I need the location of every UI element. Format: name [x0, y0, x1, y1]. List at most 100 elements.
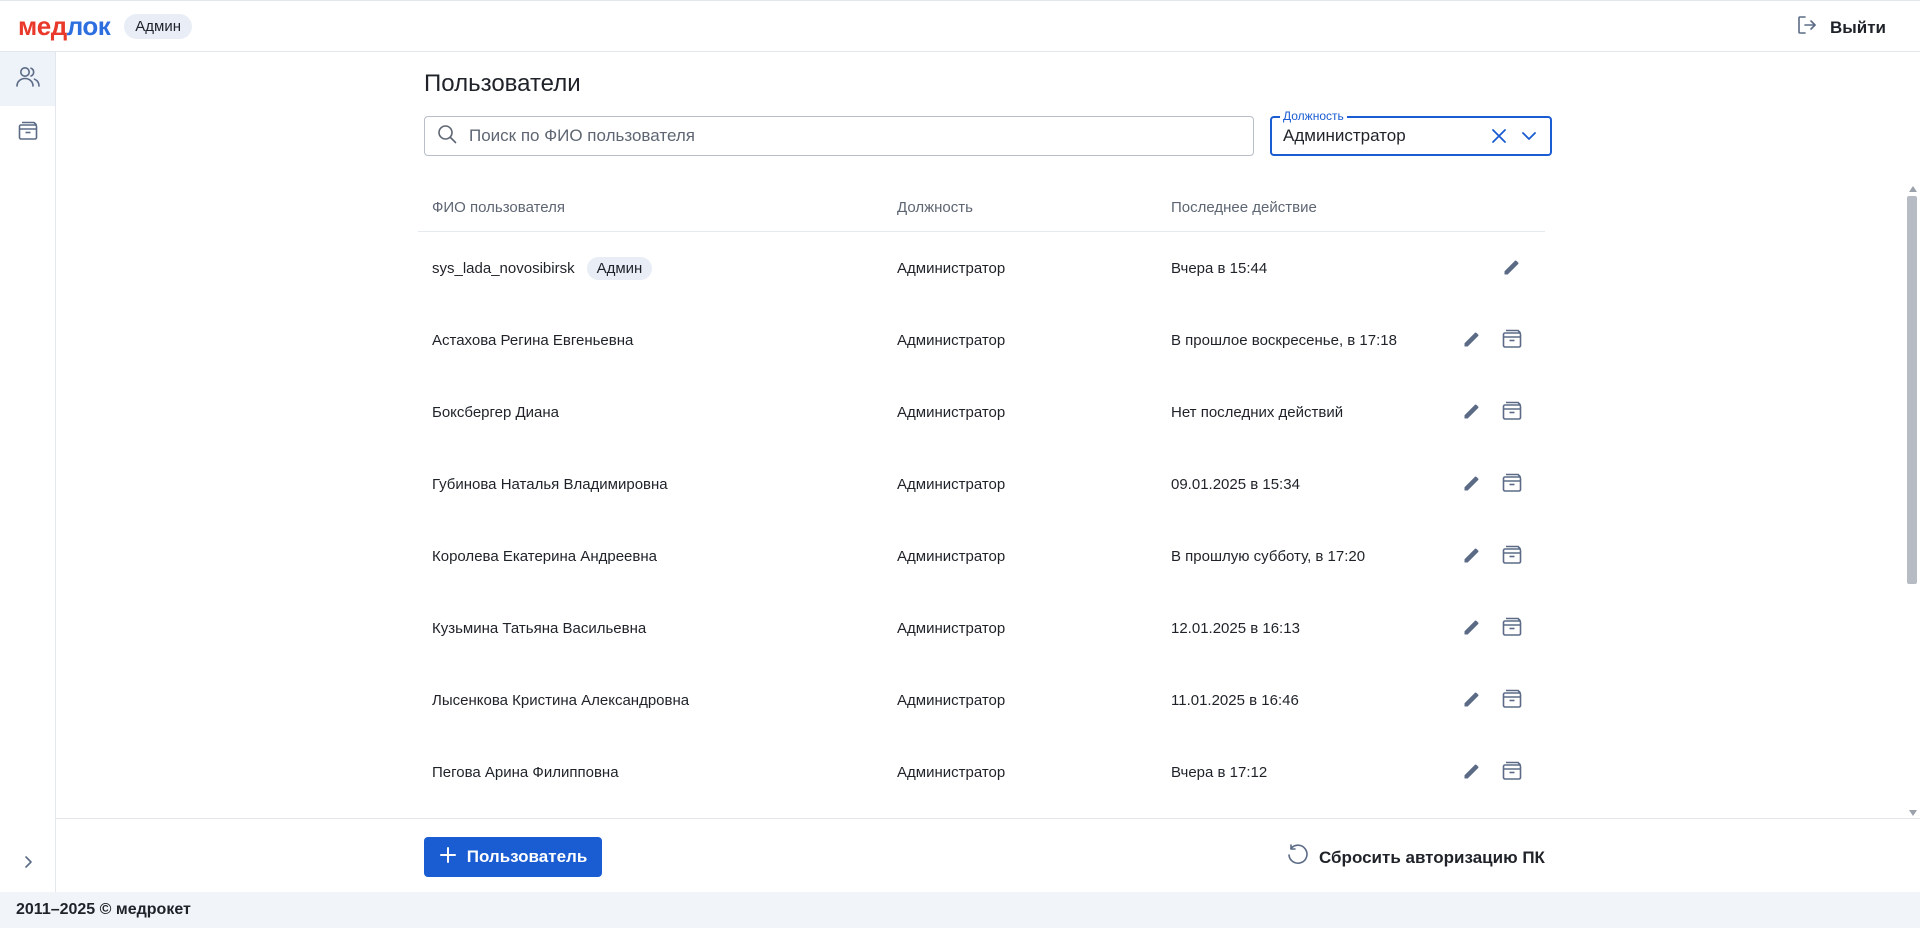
edit-pencil-icon[interactable] [1461, 688, 1483, 710]
logout-icon [1796, 14, 1818, 41]
position-filter-select[interactable]: Должность Администратор [1270, 109, 1552, 156]
logout-button[interactable]: Выйти [1796, 14, 1886, 41]
user-name: Боксбергер Диана [432, 403, 560, 421]
search-input[interactable] [469, 126, 1229, 146]
sidebar-item-archive[interactable] [0, 106, 55, 160]
archive-user-icon[interactable] [1501, 544, 1523, 566]
app-logo[interactable]: медлок [18, 11, 111, 41]
table-row[interactable]: Губинова Наталья Владимировна Администрат… [418, 448, 1545, 520]
archive-user-icon[interactable] [1501, 400, 1523, 422]
user-role-badge: Админ [586, 256, 653, 280]
edit-pencil-icon[interactable] [1461, 760, 1483, 782]
user-name: Губинова Наталья Владимировна [432, 475, 668, 493]
column-header-name[interactable]: ФИО пользователя [432, 199, 565, 216]
user-name-cell: Губинова Наталья Владимировна [432, 476, 668, 493]
user-name-cell: Боксбергер Диана [432, 404, 559, 421]
table-row[interactable]: Королева Екатерина Андреевна Администрато… [418, 520, 1545, 592]
table-header: ФИО пользователя Должность Последнее дей… [418, 184, 1545, 232]
user-name-cell: Кузьмина Татьяна Васильевна [432, 620, 646, 637]
edit-pencil-icon[interactable] [1461, 544, 1483, 566]
scroll-up-arrow[interactable] [1909, 186, 1917, 192]
row-actions [1461, 400, 1523, 422]
bottom-action-bar: Пользователь Сбросить авторизацию ПК [56, 818, 1920, 892]
position-filter-value: Администратор [1283, 126, 1406, 145]
user-position: Администратор [897, 475, 1006, 493]
chevron-right-icon [21, 854, 35, 875]
search-field[interactable] [424, 116, 1254, 156]
user-last-action: 11.01.2025 в 16:46 [1171, 691, 1299, 709]
archive-user-icon[interactable] [1501, 328, 1523, 350]
chevron-down-icon[interactable] [1520, 127, 1538, 150]
sidebar-expand-button[interactable] [0, 844, 55, 884]
table-row[interactable]: Боксбергер Диана Администратор Нет последн… [418, 376, 1545, 448]
row-actions [1461, 616, 1523, 638]
row-actions [1501, 256, 1523, 278]
copyright-footer: 2011–2025 © медрокет [0, 892, 1920, 928]
edit-pencil-icon[interactable] [1501, 256, 1523, 278]
user-position: Администратор [897, 259, 1006, 277]
table-row[interactable]: Лысенкова Кристина Александровна Админист… [418, 664, 1545, 736]
reset-pc-auth-label: Сбросить авторизацию ПК [1319, 847, 1545, 867]
user-last-action: В прошлое воскресенье, в 17:18 [1171, 331, 1397, 349]
user-position: Администратор [897, 331, 1006, 349]
user-name: Кузьмина Татьяна Васильевна [432, 619, 647, 637]
row-actions [1461, 472, 1523, 494]
logout-label: Выйти [1829, 17, 1886, 37]
sidebar [0, 52, 56, 892]
user-name-cell: Лысенкова Кристина Александровна [432, 692, 689, 709]
table-row[interactable]: Кузьмина Татьяна Васильевна Администратор… [418, 592, 1545, 664]
users-icon [15, 65, 41, 94]
user-name: sys_lada_novosibirsk [432, 259, 575, 277]
scrollbar-thumb[interactable] [1907, 196, 1917, 584]
plus-icon [439, 846, 457, 869]
table-row[interactable]: sys_lada_novosibirsk Админ Администратор Вч… [418, 232, 1545, 304]
user-last-action: 12.01.2025 в 16:13 [1171, 619, 1300, 637]
add-user-button[interactable]: Пользователь [424, 837, 602, 877]
archive-user-icon[interactable] [1501, 616, 1523, 638]
archive-icon [17, 120, 39, 147]
sidebar-item-users[interactable] [0, 52, 55, 106]
copyright-text: 2011–2025 © медрокет [16, 901, 191, 918]
edit-pencil-icon[interactable] [1461, 400, 1483, 422]
position-filter-label: Должность [1280, 109, 1347, 123]
user-last-action: Вчера в 17:12 [1171, 763, 1268, 781]
scroll-down-arrow[interactable] [1909, 810, 1917, 816]
user-last-action: 09.01.2025 в 15:34 [1171, 475, 1300, 493]
user-position: Администратор [897, 403, 1006, 421]
user-name-cell: Королева Екатерина Андреевна [432, 548, 657, 565]
logo-part-1: мед [18, 11, 67, 41]
edit-pencil-icon[interactable] [1461, 328, 1483, 350]
table-body: sys_lada_novosibirsk Админ Администратор Вч… [418, 232, 1545, 808]
app-header: медлок Админ Выйти [0, 0, 1920, 52]
user-name: Лысенкова Кристина Александровна [432, 691, 690, 709]
table-scrollbar[interactable] [1906, 184, 1918, 818]
user-name-cell: Пегова Арина Филипповна [432, 764, 619, 781]
add-user-label: Пользователь [466, 847, 588, 866]
users-table: ФИО пользователя Должность Последнее дей… [418, 184, 1545, 818]
archive-user-icon[interactable] [1501, 760, 1523, 782]
page-title: Пользователи [424, 70, 581, 97]
role-badge: Админ [124, 13, 193, 39]
column-header-position[interactable]: Должность [897, 199, 973, 216]
archive-user-icon[interactable] [1501, 472, 1523, 494]
reset-pc-auth-button[interactable]: Сбросить авторизацию ПК [1286, 843, 1545, 872]
table-row[interactable]: Астахова Регина Евгеньевна Администратор В… [418, 304, 1545, 376]
user-last-action: В прошлую субботу, в 17:20 [1171, 547, 1366, 565]
user-position: Администратор [897, 619, 1006, 637]
user-last-action: Вчера в 15:44 [1171, 259, 1268, 277]
row-actions [1461, 760, 1523, 782]
user-position: Администратор [897, 547, 1006, 565]
row-actions [1461, 328, 1523, 350]
user-position: Администратор [897, 691, 1006, 709]
column-header-last-action[interactable]: Последнее действие [1171, 199, 1317, 216]
clear-filter-icon[interactable] [1490, 127, 1508, 150]
table-row[interactable]: Пегова Арина Филипповна Администратор Вчер… [418, 736, 1545, 808]
user-last-action: Нет последних действий [1171, 403, 1344, 421]
edit-pencil-icon[interactable] [1461, 616, 1483, 638]
user-name: Пегова Арина Филипповна [432, 763, 619, 781]
row-actions [1461, 688, 1523, 710]
user-position: Администратор [897, 763, 1006, 781]
user-name: Королева Екатерина Андреевна [432, 547, 657, 565]
edit-pencil-icon[interactable] [1461, 472, 1483, 494]
archive-user-icon[interactable] [1501, 688, 1523, 710]
